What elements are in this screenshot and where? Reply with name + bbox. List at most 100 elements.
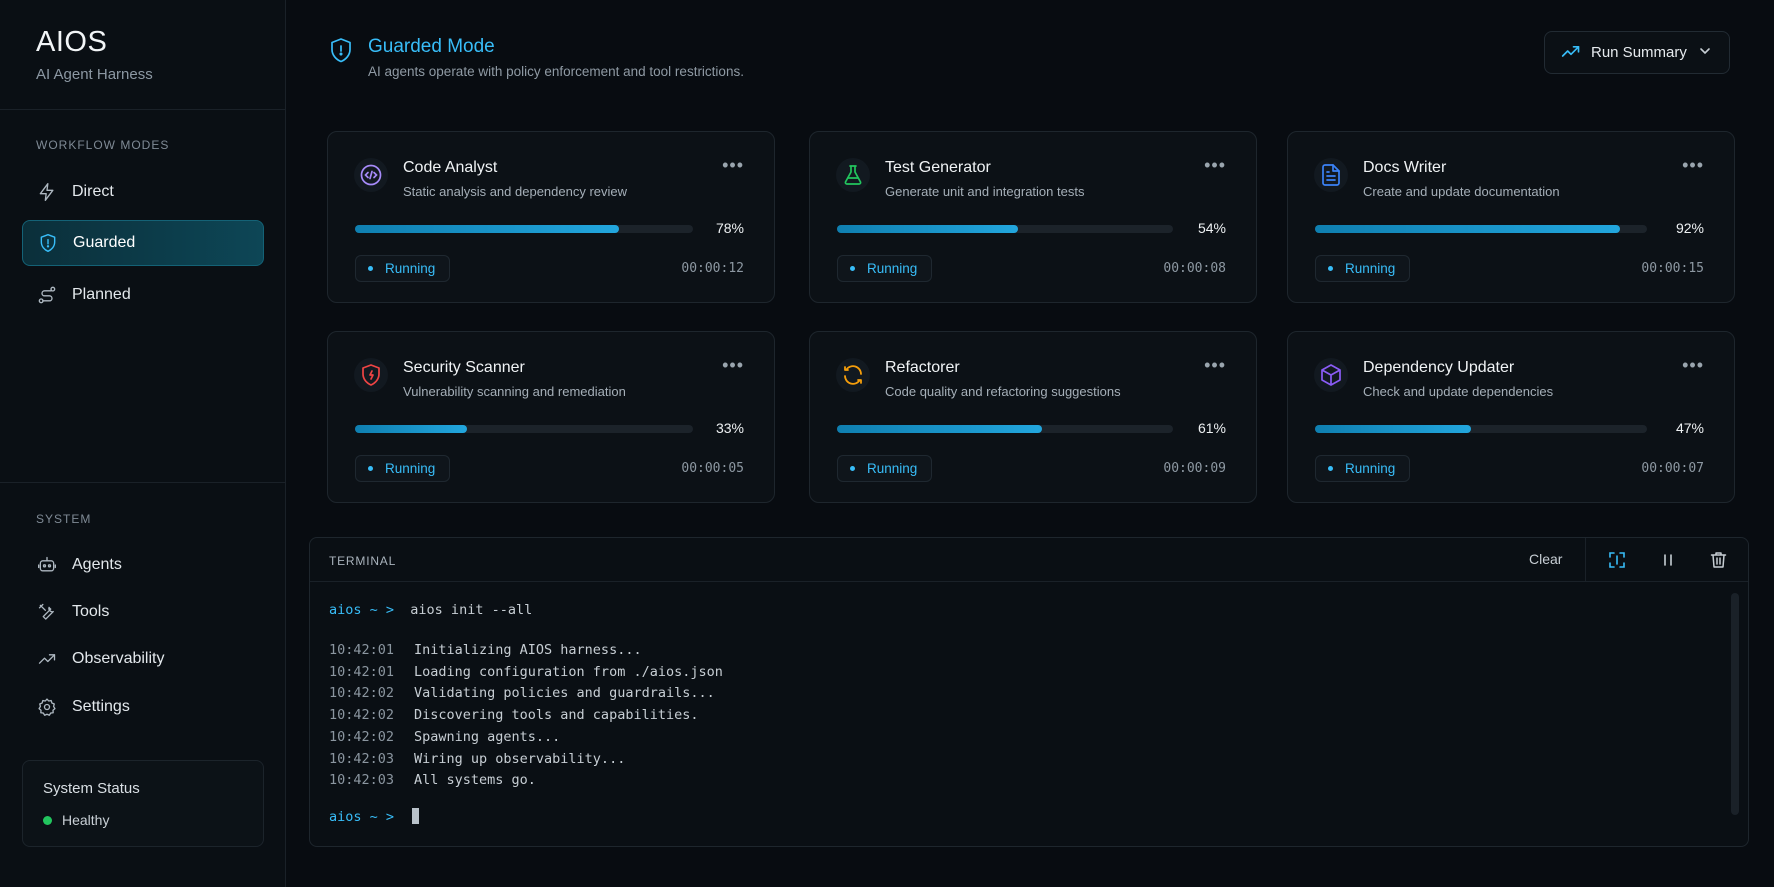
agent-name: Test Generator (885, 159, 991, 176)
terminal-panel: TERMINAL Clear aios ~ > aios init --all … (309, 537, 1749, 847)
agent-name: Docs Writer (1363, 159, 1447, 176)
agent-card-code-analyst[interactable]: Code Analyst Static analysis and depende… (327, 131, 775, 303)
command-line: aios ~ > aios init --all (329, 602, 723, 624)
trend-icon (36, 648, 58, 670)
status-badge: Running (355, 455, 451, 482)
terminal-command: aios init --all (410, 602, 533, 618)
nav-item-label: Direct (72, 183, 114, 200)
terminal-scrollbar[interactable] (1731, 593, 1739, 815)
sidebar-divider (0, 482, 286, 483)
agent-description: Generate unit and integration tests (885, 184, 1085, 199)
system-status-value: Healthy (62, 812, 110, 828)
input-line[interactable]: aios ~ > (329, 807, 723, 825)
nav-item-guarded[interactable]: Guarded (22, 220, 264, 266)
elapsed-time: 00:00:08 (1163, 261, 1226, 276)
nav-item-observability[interactable]: Observability (22, 636, 264, 682)
progress-percent: 78% (715, 220, 744, 236)
progress-bar (1315, 425, 1647, 433)
log-line: 10:42:02 Spawning agents... (329, 728, 561, 745)
nav-item-label: Tools (72, 603, 110, 620)
agent-card-test-generator[interactable]: Test Generator Generate unit and integra… (809, 131, 1257, 303)
run-summary-label: Run Summary (1591, 44, 1687, 61)
agent-name: Refactorer (885, 359, 960, 376)
flask-icon (836, 158, 870, 192)
progress-percent: 33% (715, 420, 744, 436)
lightning-icon (36, 181, 58, 203)
nav-item-settings[interactable]: Settings (22, 684, 264, 730)
expand-icon[interactable] (1606, 549, 1628, 571)
status-badge: Running (1315, 455, 1411, 482)
status-dot-icon (43, 815, 52, 825)
gear-icon (36, 696, 58, 718)
agent-name: Code Analyst (403, 159, 498, 176)
system-status-title: System Status (43, 780, 140, 797)
shield-icon (329, 37, 353, 68)
agent-card-refactorer[interactable]: Refactorer Code quality and refactoring … (809, 331, 1257, 503)
progress-bar (1315, 225, 1647, 233)
terminal-prompt: aios ~ > (329, 602, 395, 618)
system-status-indicator: Healthy (43, 812, 109, 828)
page-description: AI agents operate with policy enforcemen… (368, 64, 744, 79)
nav-item-label: Guarded (73, 234, 136, 251)
agent-description: Vulnerability scanning and remediation (403, 384, 626, 399)
progress-percent: 47% (1675, 420, 1704, 436)
nav-item-label: Settings (72, 698, 130, 715)
terminal-prompt: aios ~ > (329, 808, 395, 825)
agent-card-dependency-updater[interactable]: Dependency Updater Check and update depe… (1287, 331, 1735, 503)
status-badge: Running (837, 455, 933, 482)
terminal-output[interactable]: aios ~ > aios init --all 10:42:01 Initial… (329, 602, 723, 825)
more-options-icon[interactable]: ••• (1682, 156, 1704, 174)
sidebar-divider (0, 109, 286, 110)
trend-icon (1561, 43, 1581, 63)
more-options-icon[interactable]: ••• (722, 356, 744, 374)
more-options-icon[interactable]: ••• (1204, 156, 1226, 174)
nav-item-agents[interactable]: Agents (22, 542, 264, 588)
terminal-header: TERMINAL Clear (310, 538, 1748, 582)
status-badge: Running (1315, 255, 1411, 282)
status-badge: Running (837, 255, 933, 282)
elapsed-time: 00:00:09 (1163, 461, 1226, 476)
brand: AIOS AI Agent Harness (36, 26, 153, 83)
system-status-panel: System Status Healthy (22, 760, 264, 847)
run-summary-dropdown[interactable]: Run Summary (1544, 31, 1730, 74)
nav-item-direct[interactable]: Direct (22, 169, 264, 215)
progress-bar (355, 225, 693, 233)
status-badge: Running (355, 255, 451, 282)
tools-icon (36, 601, 58, 623)
app-subtitle: AI Agent Harness (36, 66, 153, 83)
nav-item-tools[interactable]: Tools (22, 589, 264, 635)
log-line: 10:42:01 Initializing AIOS harness... (329, 642, 642, 658)
divider (1585, 538, 1586, 582)
progress-percent: 54% (1197, 220, 1226, 236)
trash-icon[interactable] (1707, 549, 1729, 571)
agent-name: Security Scanner (403, 359, 525, 376)
log-line: 10:42:03 Wiring up observability... (329, 750, 626, 767)
robot-icon (36, 554, 58, 576)
clear-button[interactable]: Clear (1529, 551, 1562, 567)
package-icon (1314, 358, 1348, 392)
agent-card-docs-writer[interactable]: Docs Writer Create and update documentat… (1287, 131, 1735, 303)
chevron-down-icon (1699, 44, 1711, 61)
more-options-icon[interactable]: ••• (1682, 356, 1704, 374)
code-icon (354, 158, 388, 192)
progress-bar (837, 425, 1173, 433)
elapsed-time: 00:00:15 (1641, 261, 1704, 276)
progress-percent: 92% (1675, 220, 1704, 236)
elapsed-time: 00:00:07 (1641, 461, 1704, 476)
agent-description: Code quality and refactoring suggestions (885, 384, 1121, 399)
more-options-icon[interactable]: ••• (1204, 356, 1226, 374)
page-title: Guarded Mode (368, 36, 495, 57)
agent-card-security-scanner[interactable]: Security Scanner Vulnerability scanning … (327, 331, 775, 503)
nav-item-label: Agents (72, 556, 122, 573)
shield-icon (37, 232, 59, 254)
workflow-modes-heading: WORKFLOW MODES (36, 138, 170, 152)
more-options-icon[interactable]: ••• (722, 156, 744, 174)
nav-item-planned[interactable]: Planned (22, 272, 264, 318)
log-line: 10:42:01 Loading configuration from ./aio… (329, 663, 723, 680)
agent-description: Create and update documentation (1363, 184, 1560, 199)
app-title: AIOS (36, 26, 108, 58)
text-cursor (412, 807, 420, 824)
elapsed-time: 00:00:05 (681, 461, 744, 476)
route-icon (36, 284, 58, 306)
pause-icon[interactable] (1657, 549, 1679, 571)
